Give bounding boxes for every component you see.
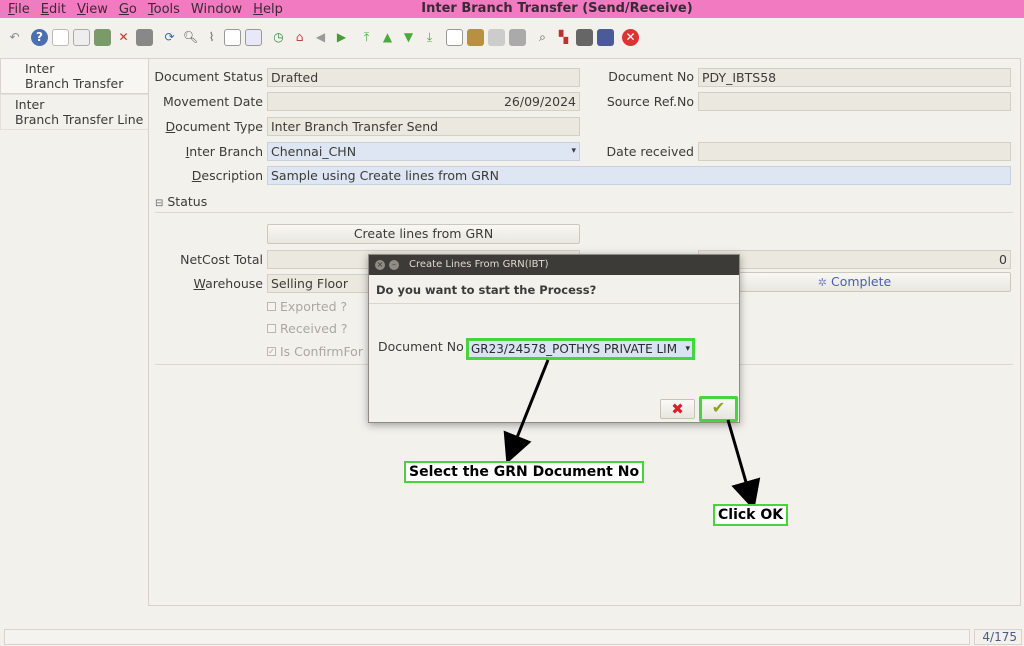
create-lines-dialog: × – Create Lines From GRN(IBT) Do you wa…	[368, 254, 740, 423]
status-bar: 4/175	[0, 610, 1024, 646]
cancel-button[interactable]: ✖	[660, 399, 695, 419]
tab-inter-branch-transfer-line[interactable]: Inter Branch Transfer Line	[0, 94, 148, 130]
warehouse-label: Warehouse	[193, 276, 263, 291]
inter-branch-select[interactable]: Chennai_CHN ▾	[267, 142, 580, 161]
next-record-icon[interactable]: ▼	[400, 29, 417, 46]
process-icon[interactable]	[576, 28, 593, 46]
menu-file[interactable]: File	[8, 2, 30, 17]
toolbar: ↶ ? ✕ ⟳ 🔍︎ ⌇ ◷ ⌂ ◀ ▶ ⤒ ▲ ▼ ⤓ ⌕ ▚ ✕	[0, 20, 1024, 54]
document-status-field[interactable]: Drafted	[267, 68, 580, 87]
total-field[interactable]: 0	[698, 250, 1011, 269]
netcost-total-label: NetCost Total	[180, 252, 263, 267]
grid-toggle-icon[interactable]	[245, 28, 262, 46]
workflow-icon[interactable]: ▚	[555, 29, 572, 46]
ok-button[interactable]: ✔	[699, 396, 738, 422]
section-divider	[155, 212, 1013, 213]
menu-view[interactable]: View	[77, 2, 108, 17]
status-message	[4, 629, 970, 645]
document-no-field[interactable]: PDY_IBTS58	[698, 68, 1011, 87]
new-record-icon[interactable]	[52, 28, 69, 46]
menu-edit[interactable]: Edit	[41, 2, 66, 17]
dialog-title: Create Lines From GRN(IBT)	[409, 259, 549, 270]
click-ok-callout: Click OK	[713, 504, 789, 526]
received-checkbox[interactable]: Received ?	[267, 321, 347, 336]
menu-go[interactable]: Go	[119, 2, 137, 17]
description-label: Description	[191, 168, 263, 183]
is-confirm-checkbox[interactable]: ✓ Is ConfirmFor	[267, 344, 363, 359]
date-received-field[interactable]	[698, 142, 1011, 161]
document-no-label: Document No	[608, 69, 694, 84]
dialog-question: Do you want to start the Process?	[369, 275, 739, 304]
find-icon[interactable]: 🔍︎	[182, 29, 199, 46]
menu-tools[interactable]: Tools	[148, 2, 180, 17]
refresh-icon[interactable]: ⟳	[161, 29, 178, 46]
exported-checkbox[interactable]: Exported ?	[267, 299, 347, 314]
create-lines-from-grn-button[interactable]: Create lines from GRN	[267, 224, 580, 244]
status-section-header[interactable]: ⊟ Status	[155, 194, 207, 209]
tab-inter-branch-transfer[interactable]: Inter Branch Transfer	[0, 58, 148, 94]
menu-bar: File Edit View Go Tools Window Help	[0, 0, 1024, 18]
report-icon[interactable]	[446, 28, 463, 46]
menu-help[interactable]: Help	[253, 2, 283, 17]
chevron-down-icon: ▾	[571, 146, 576, 156]
movement-date-label: Movement Date	[162, 94, 263, 109]
dialog-document-no-label: Document No	[378, 339, 464, 354]
select-grn-callout: Select the GRN Document No	[404, 461, 645, 483]
forward-icon[interactable]: ▶	[333, 29, 350, 46]
help-icon[interactable]: ?	[31, 28, 48, 46]
close-window-icon[interactable]: ✕	[622, 28, 639, 46]
check-icon: ✔	[711, 398, 726, 417]
minimize-icon[interactable]: –	[389, 260, 399, 270]
inter-branch-label: Inter Branch	[185, 144, 263, 159]
cancel-icon: ✖	[671, 400, 684, 418]
delete-selection-icon[interactable]	[136, 28, 153, 46]
save-icon[interactable]	[94, 28, 111, 46]
document-status-label: Document Status	[154, 69, 263, 84]
description-field[interactable]: Sample using Create lines from GRN	[267, 166, 1011, 185]
delete-icon[interactable]: ✕	[115, 29, 132, 46]
tab-list: Inter Branch Transfer Inter Branch Trans…	[0, 58, 148, 130]
source-ref-label: Source Ref.No	[606, 94, 694, 109]
close-icon[interactable]: ×	[375, 260, 385, 270]
undo-icon[interactable]: ↶	[6, 29, 23, 46]
home-icon[interactable]: ⌂	[291, 29, 308, 46]
attachment-icon[interactable]: ⌇	[203, 29, 220, 46]
zoom-across-icon[interactable]: ⌕	[534, 29, 551, 46]
record-count: 4/175	[974, 629, 1022, 645]
source-ref-field[interactable]	[698, 92, 1011, 111]
chat-icon[interactable]	[224, 28, 241, 46]
previous-record-icon[interactable]: ▲	[379, 29, 396, 46]
collapse-icon: ⊟	[155, 198, 164, 209]
print-icon[interactable]	[509, 28, 526, 46]
menu-window[interactable]: Window	[191, 2, 242, 17]
copy-record-icon[interactable]	[73, 28, 90, 46]
document-type-field[interactable]: Inter Branch Transfer Send	[267, 117, 580, 136]
date-received-label: Date received	[606, 144, 694, 159]
archive-icon[interactable]	[467, 28, 484, 46]
last-record-icon[interactable]: ⤓	[421, 29, 438, 46]
complete-button[interactable]: ✲ Complete	[698, 272, 1011, 292]
gear-icon: ✲	[817, 276, 827, 289]
history-icon[interactable]: ◷	[270, 29, 287, 46]
product-info-icon[interactable]	[597, 28, 614, 46]
back-icon[interactable]: ◀	[312, 29, 329, 46]
first-record-icon[interactable]: ⤒	[358, 29, 375, 46]
dialog-titlebar: × – Create Lines From GRN(IBT)	[369, 255, 739, 275]
movement-date-field[interactable]: 26/09/2024	[267, 92, 580, 111]
document-type-label: Document Type	[165, 119, 263, 134]
chevron-down-icon: ▾	[685, 344, 690, 354]
print-preview-icon[interactable]	[488, 28, 505, 46]
grn-document-select[interactable]: GR23/24578_POTHYS PRIVATE LIM ▾	[466, 338, 695, 360]
